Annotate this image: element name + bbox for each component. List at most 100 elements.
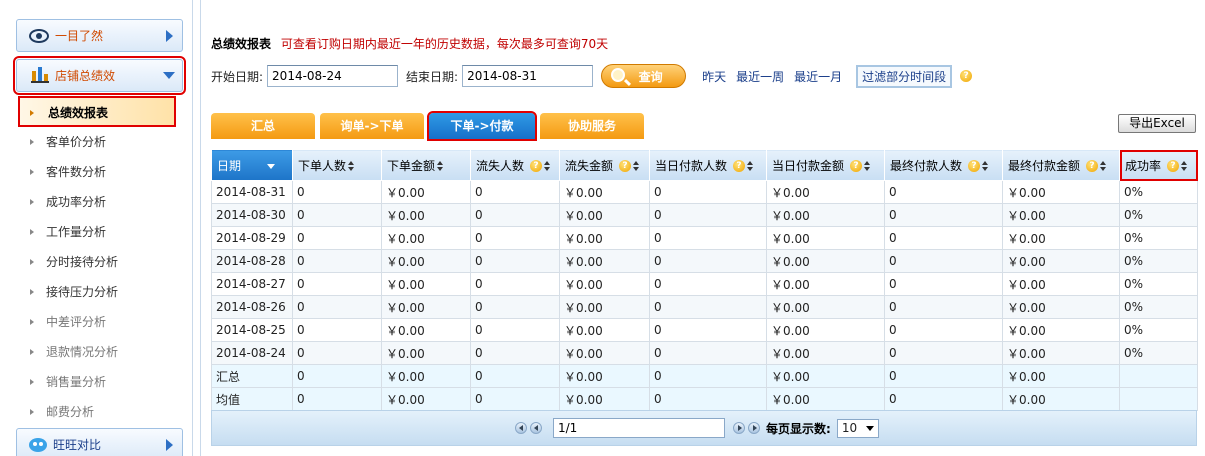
sort-icon[interactable]: [348, 161, 355, 171]
nav-overview-label: 一目了然: [55, 29, 104, 43]
table-row: 2014-08-29 0 ￥0.00 0 ￥0.00 0 ￥0.00 0 ￥0.00 0%: [211, 226, 1198, 250]
tab-summary[interactable]: 汇总: [211, 113, 315, 139]
table-cell: ￥0.00: [1002, 364, 1120, 388]
last-page-icon[interactable]: [748, 422, 760, 434]
table-cell: 0: [884, 226, 1003, 250]
quick-link-yesterday[interactable]: 昨天: [702, 68, 726, 85]
sidebar-item-total-report[interactable]: 总绩效报表: [18, 96, 176, 127]
table-cell: 0: [649, 364, 767, 388]
export-excel-button[interactable]: 导出Excel: [1118, 114, 1196, 133]
filter-partial-time-button[interactable]: 过滤部分时间段: [856, 64, 953, 88]
table-cell: 0: [470, 226, 560, 250]
tab-inquiry-to-order[interactable]: 询单->下单: [320, 113, 424, 139]
next-page-icon[interactable]: [733, 422, 745, 434]
sidebar-item-avg-order-value[interactable]: 客单价分析: [16, 127, 183, 157]
page-size-label: 每页显示数:: [766, 421, 831, 436]
help-icon[interactable]: ?: [530, 160, 543, 172]
table-cell: ￥0.00: [559, 203, 650, 227]
column-header-date[interactable]: 日期: [211, 149, 293, 181]
sort-icon[interactable]: [1181, 161, 1188, 171]
page-number-input[interactable]: [553, 418, 725, 438]
sidebar-item-label: 退款情况分析: [46, 345, 119, 359]
bullet-icon: [30, 259, 34, 265]
end-date-input[interactable]: [462, 65, 594, 87]
table-cell: 0: [884, 387, 1003, 411]
sidebar-item-sales-volume[interactable]: 销售量分析: [16, 367, 183, 397]
page-size-select[interactable]: 10: [836, 418, 879, 438]
nav-overview[interactable]: 一目了然: [16, 19, 183, 52]
query-button[interactable]: 查询: [601, 64, 687, 88]
column-header-lost-count[interactable]: 流失人数?: [470, 149, 560, 181]
chevron-down-icon[interactable]: [267, 163, 276, 169]
sort-icon[interactable]: [544, 161, 551, 171]
sort-icon[interactable]: [1100, 161, 1107, 171]
nav-wangwang-compare[interactable]: 旺旺对比: [16, 428, 183, 456]
start-date-input[interactable]: [267, 65, 399, 87]
column-header-same-day-paid-amount[interactable]: 当日付款金额?: [766, 149, 885, 181]
tab-assist-service[interactable]: 协助服务: [540, 113, 644, 139]
table-cell: 0: [292, 249, 382, 273]
sidebar-item-reception-pressure[interactable]: 接待压力分析: [16, 277, 183, 307]
sort-icon[interactable]: [864, 161, 871, 171]
filter-bar: 开始日期: 结束日期: 查询 昨天 最近一周 最近一月 过滤部分时间段 ?: [211, 64, 973, 88]
column-header-lost-amount[interactable]: 流失金额?: [559, 149, 650, 181]
help-icon[interactable]: ?: [1086, 160, 1099, 172]
sidebar-item-refunds[interactable]: 退款情况分析: [16, 337, 183, 367]
table-cell: 0: [470, 318, 560, 342]
table-row: 2014-08-24 0 ￥0.00 0 ￥0.00 0 ￥0.00 0 ￥0.00 0%: [211, 341, 1198, 365]
sidebar-item-negative-reviews[interactable]: 中差评分析: [16, 307, 183, 337]
table-cell: ￥0.00: [381, 295, 471, 319]
table-cell: ￥0.00: [766, 341, 885, 365]
table-row: 2014-08-28 0 ￥0.00 0 ￥0.00 0 ￥0.00 0 ￥0.00 0%: [211, 249, 1198, 273]
help-icon[interactable]: ?: [619, 160, 632, 172]
table-cell: ￥0.00: [381, 180, 471, 204]
table-cell: 0: [884, 318, 1003, 342]
table-cell: ￥0.00: [766, 203, 885, 227]
column-header-final-paid-amount[interactable]: 最终付款金额?: [1002, 149, 1120, 181]
help-icon[interactable]: ?: [968, 160, 981, 172]
sidebar-item-label: 接待压力分析: [46, 285, 119, 299]
bullet-icon: [30, 349, 34, 355]
quick-link-last-week[interactable]: 最近一周: [736, 68, 784, 85]
help-icon[interactable]: ?: [960, 70, 973, 82]
column-header-success-rate[interactable]: 成功率?: [1119, 149, 1198, 181]
sidebar-item-shipping-fee[interactable]: 邮费分析: [16, 397, 183, 427]
table-cell: 0: [470, 295, 560, 319]
nav-store-performance[interactable]: 店铺总绩效: [13, 56, 186, 95]
table-cell: ￥0.00: [559, 341, 650, 365]
sort-icon[interactable]: [437, 161, 444, 171]
first-page-icon[interactable]: [515, 422, 527, 434]
tab-order-to-payment[interactable]: 下单->付款: [427, 111, 537, 141]
arrow-down-icon: [163, 72, 175, 79]
sidebar-item-hourly-reception[interactable]: 分时接待分析: [16, 247, 183, 277]
table-cell: ￥0.00: [766, 364, 885, 388]
sort-icon[interactable]: [747, 161, 754, 171]
sidebar-item-workload[interactable]: 工作量分析: [16, 217, 183, 247]
sidebar-item-success-rate[interactable]: 成功率分析: [16, 187, 183, 217]
quick-link-last-month[interactable]: 最近一月: [794, 68, 842, 85]
prev-page-icon[interactable]: [530, 422, 542, 434]
sort-icon[interactable]: [982, 161, 989, 171]
column-header-order-count[interactable]: 下单人数: [292, 149, 382, 181]
table-cell: 0: [292, 341, 382, 365]
table-cell: 0: [884, 364, 1003, 388]
help-icon[interactable]: ?: [733, 160, 746, 172]
table-cell: ￥0.00: [559, 272, 650, 296]
help-icon[interactable]: ?: [850, 160, 863, 172]
help-icon[interactable]: ?: [1167, 160, 1180, 172]
column-header-final-paid-count[interactable]: 最终付款人数?: [884, 149, 1003, 181]
table-cell: 0: [470, 387, 560, 411]
sidebar-item-items-per-order[interactable]: 客件数分析: [16, 157, 183, 187]
table-cell: 0: [292, 364, 382, 388]
arrow-right-icon: [166, 30, 173, 42]
bullet-icon: [30, 110, 34, 116]
page-header: 总绩效报表 可查看订购日期内最近一年的历史数据，每次最多可查询70天: [211, 35, 608, 52]
sort-icon[interactable]: [633, 161, 640, 171]
table-cell: [1119, 387, 1198, 411]
table-cell: 0: [470, 341, 560, 365]
column-header-order-amount[interactable]: 下单金额: [381, 149, 471, 181]
table-cell: 0: [470, 180, 560, 204]
table-cell: 0: [649, 341, 767, 365]
table-cell: 0: [470, 272, 560, 296]
column-header-same-day-paid-count[interactable]: 当日付款人数?: [649, 149, 767, 181]
